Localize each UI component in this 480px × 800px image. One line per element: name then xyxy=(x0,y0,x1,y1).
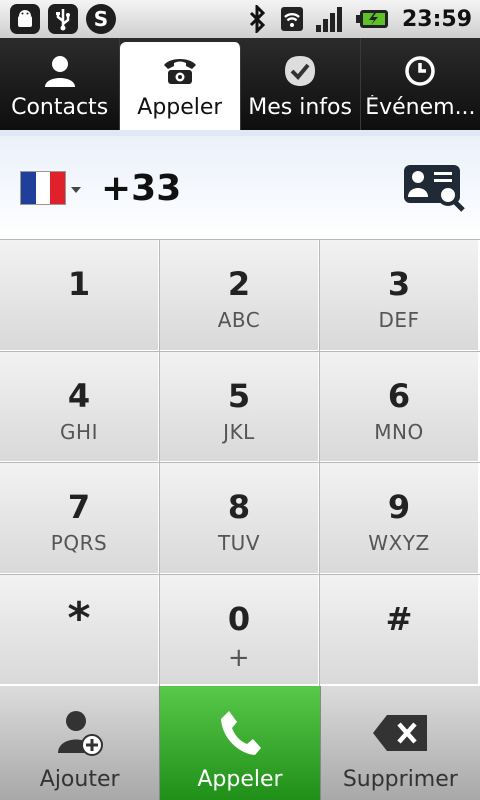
dialed-number[interactable]: +33 xyxy=(101,168,181,209)
key-digit: 7 xyxy=(67,488,91,526)
add-contact-button[interactable]: Ajouter xyxy=(0,686,161,800)
person-icon xyxy=(40,51,80,91)
key-digit: 9 xyxy=(387,488,411,526)
key-hash[interactable]: # xyxy=(319,573,480,687)
call-label: Appeler xyxy=(197,767,283,792)
key-digit: 1 xyxy=(67,265,91,303)
key-letters: TUV xyxy=(217,531,261,555)
key-digit: * xyxy=(67,592,91,644)
tab-evenements[interactable]: Événem... xyxy=(361,38,480,130)
clock-icon xyxy=(400,51,440,91)
key-digit: # xyxy=(385,599,413,638)
status-bar: S 23:59 xyxy=(0,0,480,38)
tab-label: Appeler xyxy=(137,95,223,120)
key-letters: GHI xyxy=(60,419,98,444)
android-debug-icon xyxy=(10,4,40,34)
delete-label: Supprimer xyxy=(342,767,458,792)
key-digit: 4 xyxy=(67,376,91,415)
check-badge-icon xyxy=(280,51,320,91)
key-7[interactable]: 7 PQRS xyxy=(0,462,161,576)
phone-handset-icon xyxy=(210,705,270,761)
key-digit: 8 xyxy=(227,488,251,526)
number-bar: +33 xyxy=(0,130,480,240)
country-selector[interactable] xyxy=(20,171,81,205)
tab-mes-infos[interactable]: Mes infos xyxy=(241,38,361,130)
key-4[interactable]: 4 GHI xyxy=(0,350,161,464)
key-letters: DEF xyxy=(378,308,420,332)
key-digit: 3 xyxy=(387,265,411,303)
key-letters: JKL xyxy=(223,419,255,444)
tab-label: Mes infos xyxy=(248,95,352,120)
dropdown-arrow-icon xyxy=(71,187,81,193)
key-2[interactable]: 2 ABC xyxy=(159,239,321,353)
key-9[interactable]: 9 WXYZ xyxy=(319,462,480,576)
backspace-icon xyxy=(370,705,430,761)
key-star[interactable]: * xyxy=(0,573,161,687)
key-letters: PQRS xyxy=(50,531,108,555)
key-letters: MNO xyxy=(374,419,424,444)
key-5[interactable]: 5 JKL xyxy=(159,350,321,464)
usb-icon xyxy=(48,4,78,34)
key-6[interactable]: 6 MNO xyxy=(319,350,480,464)
tab-contacts[interactable]: Contacts xyxy=(0,38,121,130)
france-flag-icon xyxy=(20,171,66,205)
tab-bar: Contacts Appeler Mes infos Événem... xyxy=(0,38,480,130)
key-1[interactable]: 1 xyxy=(0,239,161,353)
key-8[interactable]: 8 TUV xyxy=(159,462,321,576)
tab-label: Contacts xyxy=(11,95,109,120)
key-digit: 0 xyxy=(227,599,251,638)
add-contact-icon xyxy=(50,705,110,761)
delete-button[interactable]: Supprimer xyxy=(320,686,480,800)
skype-icon: S xyxy=(86,4,116,34)
battery-icon xyxy=(355,4,389,34)
clock: 23:59 xyxy=(401,6,472,32)
key-digit: 5 xyxy=(227,376,251,415)
key-0[interactable]: 0 + xyxy=(159,573,321,687)
add-contact-label: Ajouter xyxy=(39,767,120,792)
call-button[interactable]: Appeler xyxy=(160,686,321,800)
keypad: 1 2 ABC 3 DEF 4 GHI 5 JKL 6 MNO 7 PQRS 8 TUV 9 W… xyxy=(0,239,480,687)
wifi-icon xyxy=(279,4,305,34)
tab-label: Événem... xyxy=(365,95,476,120)
bluetooth-icon xyxy=(244,4,270,34)
key-letters: + xyxy=(227,642,251,673)
key-letters: WXYZ xyxy=(368,531,430,555)
key-digit: 6 xyxy=(387,376,411,415)
contact-search-icon[interactable] xyxy=(402,163,466,213)
key-3[interactable]: 3 DEF xyxy=(319,239,480,353)
action-bar: Ajouter Appeler Supprimer xyxy=(0,686,480,800)
tab-appeler[interactable]: Appeler xyxy=(120,42,241,130)
signal-icon xyxy=(314,4,346,34)
telephone-icon xyxy=(160,51,200,91)
key-letters: ABC xyxy=(217,308,261,332)
key-digit: 2 xyxy=(227,265,251,303)
